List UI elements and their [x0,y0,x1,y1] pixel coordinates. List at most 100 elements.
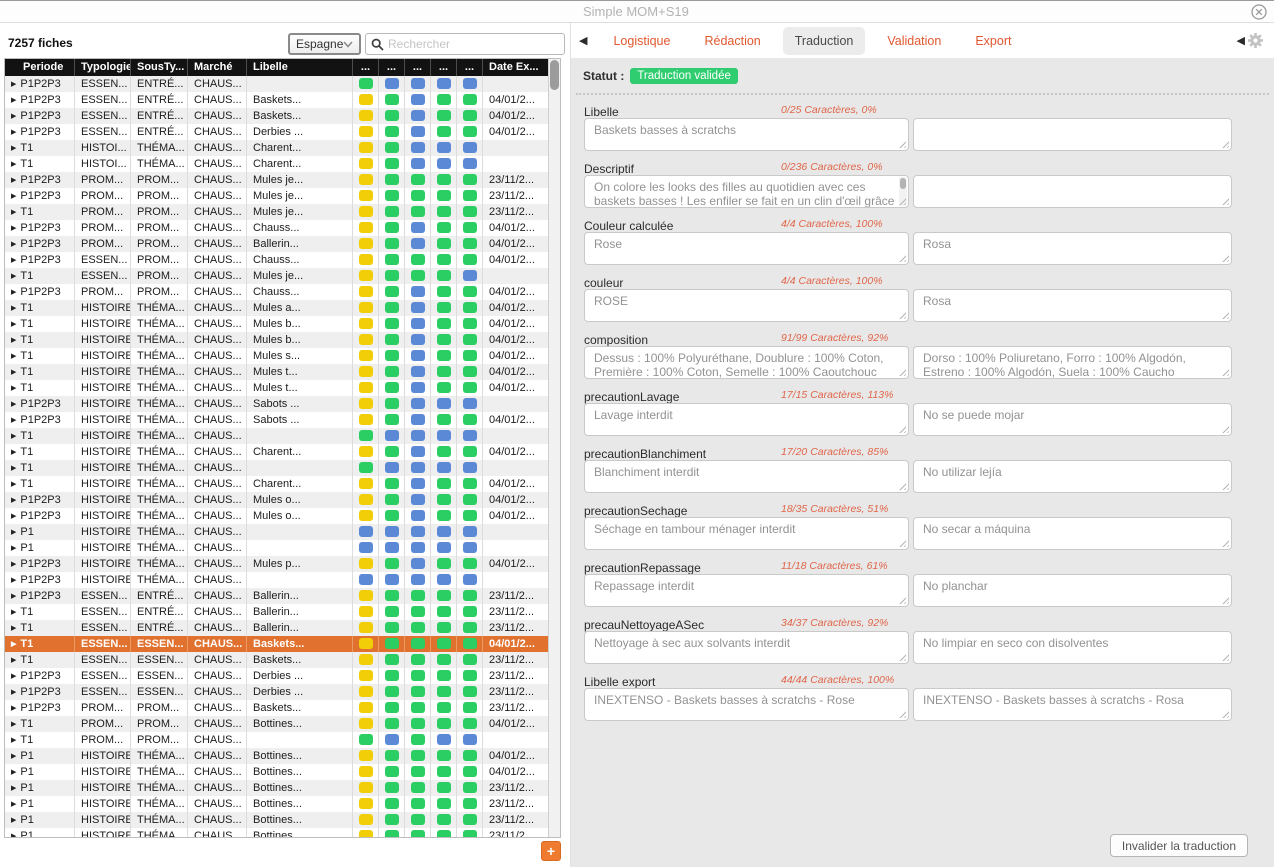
source-textarea-precautionblanchiment[interactable]: Blanchiment interdit [584,460,909,493]
row-expand-icon[interactable]: ▶ [11,161,16,168]
row-expand-icon[interactable]: ▶ [11,129,16,136]
source-textarea-libelle-export[interactable]: INEXTENSO - Baskets basses à scratchs - … [584,688,909,721]
row-expand-icon[interactable]: ▶ [11,449,16,456]
tab-export[interactable]: Export [963,27,1023,55]
table-row[interactable]: ▶T1HISTOIRETHÉMA...CHAUS...Mules t...04/… [5,364,549,380]
row-expand-icon[interactable]: ▶ [11,705,16,712]
table-row[interactable]: ▶P1HISTOIRETHÉMA...CHAUS...Bottines...23… [5,796,549,812]
table-row[interactable]: ▶T1PROM...PROM...CHAUS... [5,732,549,748]
target-textarea-precautionlavage[interactable]: No se puede mojar [913,403,1232,436]
row-expand-icon[interactable]: ▶ [11,337,16,344]
row-expand-icon[interactable]: ▶ [11,785,16,792]
source-textarea-composition[interactable]: Dessus : 100% Polyuréthane, Doublure : 1… [584,346,909,379]
source-textarea-couleur-calculee[interactable]: Rose [584,232,909,265]
row-expand-icon[interactable]: ▶ [11,657,16,664]
table-row[interactable]: ▶P1P2P3HISTOIRETHÉMA...CHAUS...Sabots ..… [5,412,549,428]
target-textarea-libelle[interactable] [913,118,1232,151]
source-textarea-precautionsechage[interactable]: Séchage en tambour ménager interdit [584,517,909,550]
table-row[interactable]: ▶P1P2P3PROM...PROM...CHAUS...Chauss...04… [5,284,549,300]
table-row[interactable]: ▶T1ESSEN...ENTRÉ...CHAUS...Ballerin...23… [5,604,549,620]
column-header-5[interactable]: ... [353,59,379,76]
row-expand-icon[interactable]: ▶ [11,529,16,536]
table-row[interactable]: ▶P1P2P3PROM...PROM...CHAUS...Baskets...2… [5,700,549,716]
target-textarea-libelle-export[interactable]: INEXTENSO - Baskets basses à scratchs - … [913,688,1232,721]
table-row[interactable]: ▶P1P2P3ESSEN...ENTRÉ...CHAUS...Baskets..… [5,108,549,124]
table-row[interactable]: ▶T1HISTOIRETHÉMA...CHAUS...Mules s...04/… [5,348,549,364]
target-textarea-couleur-calculee[interactable]: Rosa [913,232,1232,265]
table-row[interactable]: ▶P1P2P3PROM...PROM...CHAUS...Mules je...… [5,188,549,204]
table-row[interactable]: ▶T1PROM...PROM...CHAUS...Bottines...04/0… [5,716,549,732]
row-expand-icon[interactable]: ▶ [11,817,16,824]
column-header-7[interactable]: ... [405,59,431,76]
tab-validation[interactable]: Validation [875,27,953,55]
row-expand-icon[interactable]: ▶ [11,369,16,376]
row-expand-icon[interactable]: ▶ [11,641,16,648]
target-textarea-precautionblanchiment[interactable]: No utilizar lejía [913,460,1232,493]
column-header-9[interactable]: ... [457,59,483,76]
row-expand-icon[interactable]: ▶ [11,433,16,440]
table-row[interactable]: ▶P1P2P3HISTOIRETHÉMA...CHAUS... [5,572,549,588]
column-header-0[interactable]: Periode [5,59,75,76]
column-header-6[interactable]: ... [379,59,405,76]
table-row[interactable]: ▶T1HISTOIRETHÉMA...CHAUS... [5,460,549,476]
table-row[interactable]: ▶P1P2P3HISTOIRETHÉMA...CHAUS...Sabots ..… [5,396,549,412]
table-row[interactable]: ▶P1HISTOIRETHÉMA...CHAUS...Bottines...04… [5,748,549,764]
row-expand-icon[interactable]: ▶ [11,305,16,312]
row-expand-icon[interactable]: ▶ [11,385,16,392]
row-expand-icon[interactable]: ▶ [11,209,16,216]
textarea-scrollbar[interactable] [899,177,907,206]
table-row[interactable]: ▶P1HISTOIRETHÉMA...CHAUS...Bottines...23… [5,780,549,796]
target-textarea-descriptif[interactable] [913,175,1232,208]
table-row[interactable]: ▶T1ESSEN...ENTRÉ...CHAUS...Ballerin...23… [5,620,549,636]
table-scrollbar[interactable] [548,59,560,837]
row-expand-icon[interactable]: ▶ [11,353,16,360]
row-expand-icon[interactable]: ▶ [11,81,16,88]
table-row[interactable]: ▶T1PROM...PROM...CHAUS...Mules je...23/1… [5,204,549,220]
table-row[interactable]: ▶P1HISTOIRETHÉMA...CHAUS... [5,540,549,556]
row-expand-icon[interactable]: ▶ [11,833,16,838]
source-textarea-precautionrepassage[interactable]: Repassage interdit [584,574,909,607]
row-expand-icon[interactable]: ▶ [11,513,16,520]
row-expand-icon[interactable]: ▶ [11,673,16,680]
row-expand-icon[interactable]: ▶ [11,545,16,552]
table-row[interactable]: ▶P1HISTOIRETHÉMA...CHAUS...Bottines...23… [5,812,549,828]
row-expand-icon[interactable]: ▶ [11,625,16,632]
scrollbar-thumb[interactable] [550,60,559,90]
table-row[interactable]: ▶T1HISTOIRETHÉMA...CHAUS... [5,428,549,444]
row-expand-icon[interactable]: ▶ [11,401,16,408]
row-expand-icon[interactable]: ▶ [11,577,16,584]
target-textarea-composition[interactable]: Dorso : 100% Poliuretano, Forro : 100% A… [913,346,1232,379]
row-expand-icon[interactable]: ▶ [11,257,16,264]
table-row[interactable]: ▶P1P2P3PROM...PROM...CHAUS...Mules je...… [5,172,549,188]
tab-logistique[interactable]: Logistique [601,27,682,55]
row-expand-icon[interactable]: ▶ [11,801,16,808]
source-textarea-couleur[interactable]: ROSE [584,289,909,322]
row-expand-icon[interactable]: ▶ [11,289,16,296]
table-row[interactable]: ▶T1HISTOI...THÉMA...CHAUS...Charent... [5,140,549,156]
row-expand-icon[interactable]: ▶ [11,609,16,616]
column-header-1[interactable]: Typologie [75,59,131,76]
row-expand-icon[interactable]: ▶ [11,273,16,280]
table-row[interactable]: ▶P1P2P3ESSEN...PROM...CHAUS...Chauss...0… [5,252,549,268]
row-expand-icon[interactable]: ▶ [11,145,16,152]
table-row[interactable]: ▶P1P2P3HISTOIRETHÉMA...CHAUS...Mules p..… [5,556,549,572]
row-expand-icon[interactable]: ▶ [11,177,16,184]
column-header-10[interactable]: Date Ex... [483,59,549,76]
table-row[interactable]: ▶T1HISTOIRETHÉMA...CHAUS...Mules a...04/… [5,300,549,316]
source-textarea-descriptif[interactable]: On colore les looks des filles au quotid… [584,175,909,208]
table-row[interactable]: ▶P1HISTOIRETHÉMA...CHAUS...Bottines...23… [5,828,549,838]
table-row[interactable]: ▶P1P2P3ESSEN...ENTRÉ...CHAUS...Ballerin.… [5,588,549,604]
gear-icon[interactable] [1247,32,1264,49]
row-expand-icon[interactable]: ▶ [11,721,16,728]
table-row[interactable]: ▶P1P2P3ESSEN...ENTRÉ...CHAUS...Baskets..… [5,92,549,108]
target-textarea-precautionsechage[interactable]: No secar a máquina [913,517,1232,550]
row-expand-icon[interactable]: ▶ [11,465,16,472]
table-row[interactable]: ▶T1ESSEN...PROM...CHAUS...Mules je... [5,268,549,284]
target-textarea-couleur[interactable]: Rosa [913,289,1232,322]
row-expand-icon[interactable]: ▶ [11,97,16,104]
row-expand-icon[interactable]: ▶ [11,241,16,248]
column-header-2[interactable]: SousTy... [131,59,188,76]
table-row[interactable]: ▶T1ESSEN...ESSEN...CHAUS...Baskets...23/… [5,652,549,668]
source-textarea-precautionlavage[interactable]: Lavage interdit [584,403,909,436]
row-expand-icon[interactable]: ▶ [11,769,16,776]
